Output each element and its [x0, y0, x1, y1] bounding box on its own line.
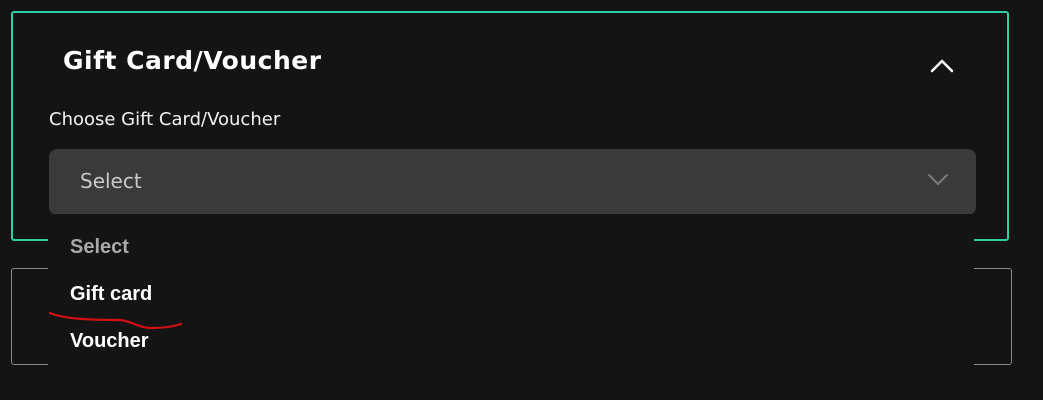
gift-card-voucher-panel: Gift Card/Voucher Choose Gift Card/Vouch… [11, 11, 1009, 241]
gift-card-voucher-select[interactable]: Select [49, 149, 976, 215]
option-voucher[interactable]: Voucher [70, 330, 149, 353]
dropdown-menu: Select Gift card Voucher [48, 214, 974, 366]
select-value: Select [80, 169, 142, 193]
gift-card-page: Gift Card/Voucher Choose Gift Card/Vouch… [0, 0, 1043, 400]
choose-gift-card-label: Choose Gift Card/Voucher [49, 109, 281, 130]
chevron-up-icon [930, 59, 954, 73]
chevron-down-icon [928, 174, 948, 185]
option-select[interactable]: Select [70, 236, 129, 259]
collapse-button[interactable] [927, 54, 957, 78]
option-gift-card[interactable]: Gift card [70, 283, 152, 306]
panel-title: Gift Card/Voucher [63, 46, 322, 75]
